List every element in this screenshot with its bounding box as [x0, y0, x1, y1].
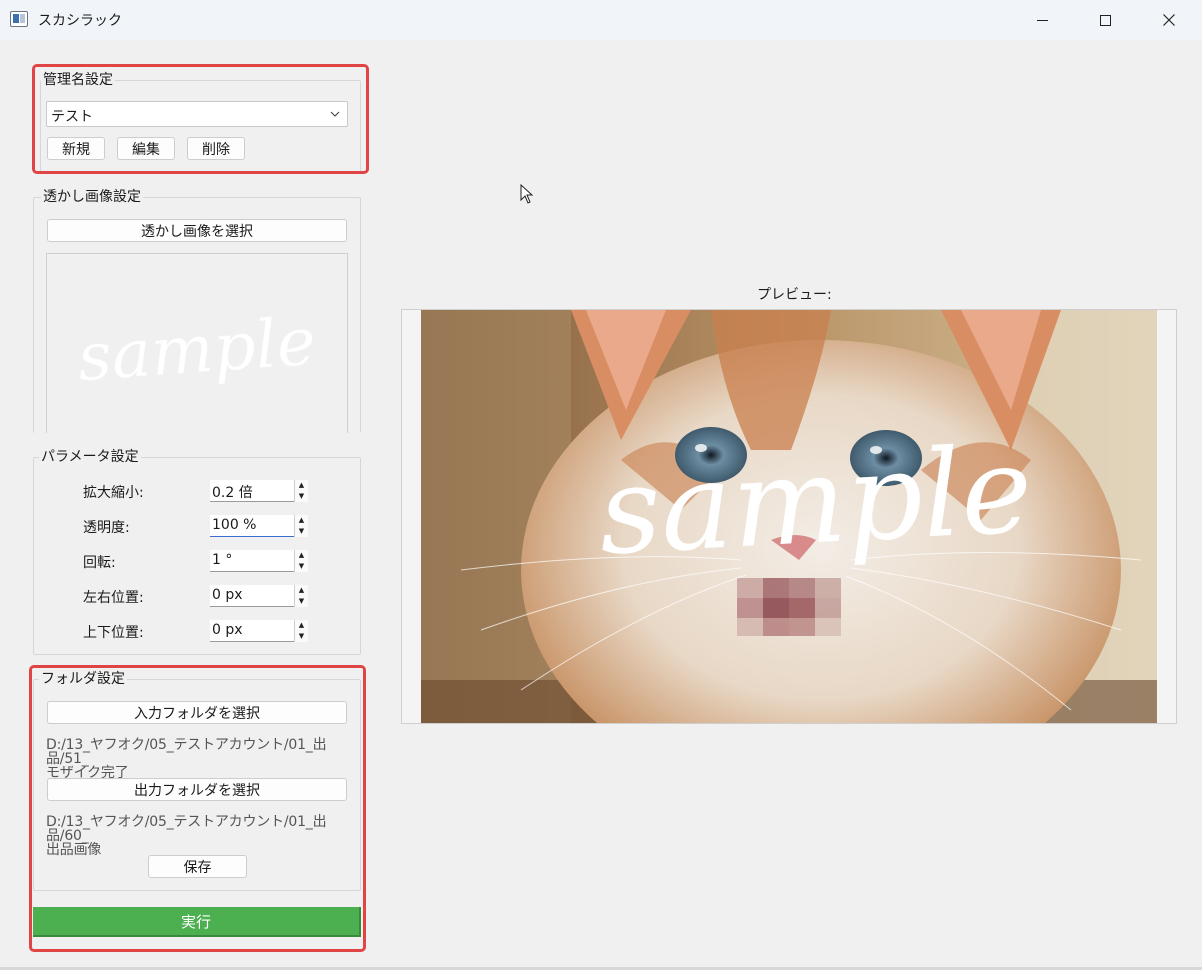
scale-value: 0.2 倍: [212, 485, 253, 501]
opacity-label: 透明度:: [83, 520, 130, 536]
admin-group-highlight: [32, 64, 369, 174]
minimize-icon: [1036, 19, 1048, 21]
down-arrow-icon[interactable]: ▼: [295, 596, 308, 607]
watermark-group-title: 透かし画像設定: [41, 189, 143, 205]
watermark-image-preview: sample: [46, 253, 348, 433]
down-arrow-icon[interactable]: ▼: [295, 491, 308, 502]
close-icon: [1163, 14, 1175, 26]
down-arrow-icon[interactable]: ▼: [295, 631, 308, 642]
up-arrow-icon[interactable]: ▲: [295, 585, 308, 596]
scale-spinbox[interactable]: 0.2 倍 ▲ ▼: [210, 480, 308, 502]
horizontal-position-spinbox[interactable]: 0 px ▲ ▼: [210, 585, 308, 607]
scale-stepper[interactable]: ▲ ▼: [294, 480, 308, 502]
opacity-spinbox[interactable]: 100 % ▲ ▼: [210, 515, 308, 537]
down-arrow-icon[interactable]: ▼: [295, 526, 308, 537]
vertical-position-stepper[interactable]: ▲ ▼: [294, 620, 308, 642]
cat-photo: sample: [421, 310, 1157, 723]
app-icon: [10, 11, 28, 27]
down-arrow-icon[interactable]: ▼: [295, 561, 308, 572]
horizontal-position-value: 0 px: [212, 587, 243, 603]
select-watermark-button[interactable]: 透かし画像を選択: [47, 219, 347, 242]
mouse-cursor-icon: [520, 184, 534, 204]
close-button[interactable]: [1146, 0, 1192, 40]
maximize-button[interactable]: [1082, 0, 1128, 40]
horizontal-position-label: 左右位置:: [83, 590, 144, 606]
horizontal-position-stepper[interactable]: ▲ ▼: [294, 585, 308, 607]
preview-image: sample: [421, 310, 1157, 723]
watermark-image-text: sample: [75, 303, 318, 396]
up-arrow-icon[interactable]: ▲: [295, 515, 308, 526]
rotation-spinbox[interactable]: 1 ° ▲ ▼: [210, 550, 308, 572]
title-bar: スカシラック: [0, 0, 1202, 40]
rotation-label: 回転:: [83, 555, 116, 571]
rotation-value: 1 °: [212, 552, 233, 568]
vertical-position-label: 上下位置:: [83, 625, 144, 641]
vertical-position-spinbox[interactable]: 0 px ▲ ▼: [210, 620, 308, 642]
opacity-stepper[interactable]: ▲ ▼: [294, 515, 308, 537]
up-arrow-icon[interactable]: ▲: [295, 480, 308, 491]
minimize-button[interactable]: [1019, 0, 1065, 40]
params-group-title: パラメータ設定: [39, 449, 141, 465]
opacity-value: 100 %: [212, 517, 257, 533]
rotation-stepper[interactable]: ▲ ▼: [294, 550, 308, 572]
preview-watermark-text: sample: [596, 421, 1036, 582]
folder-group-highlight: [29, 665, 366, 952]
preview-label: プレビュー:: [757, 287, 832, 303]
preview-frame: sample: [401, 309, 1177, 724]
maximize-icon: [1099, 14, 1111, 26]
vertical-position-value: 0 px: [212, 622, 243, 638]
up-arrow-icon[interactable]: ▲: [295, 550, 308, 561]
mosaic-blur: [737, 578, 841, 636]
up-arrow-icon[interactable]: ▲: [295, 620, 308, 631]
scale-label: 拡大縮小:: [83, 485, 144, 501]
window-title: スカシラック: [38, 13, 122, 29]
